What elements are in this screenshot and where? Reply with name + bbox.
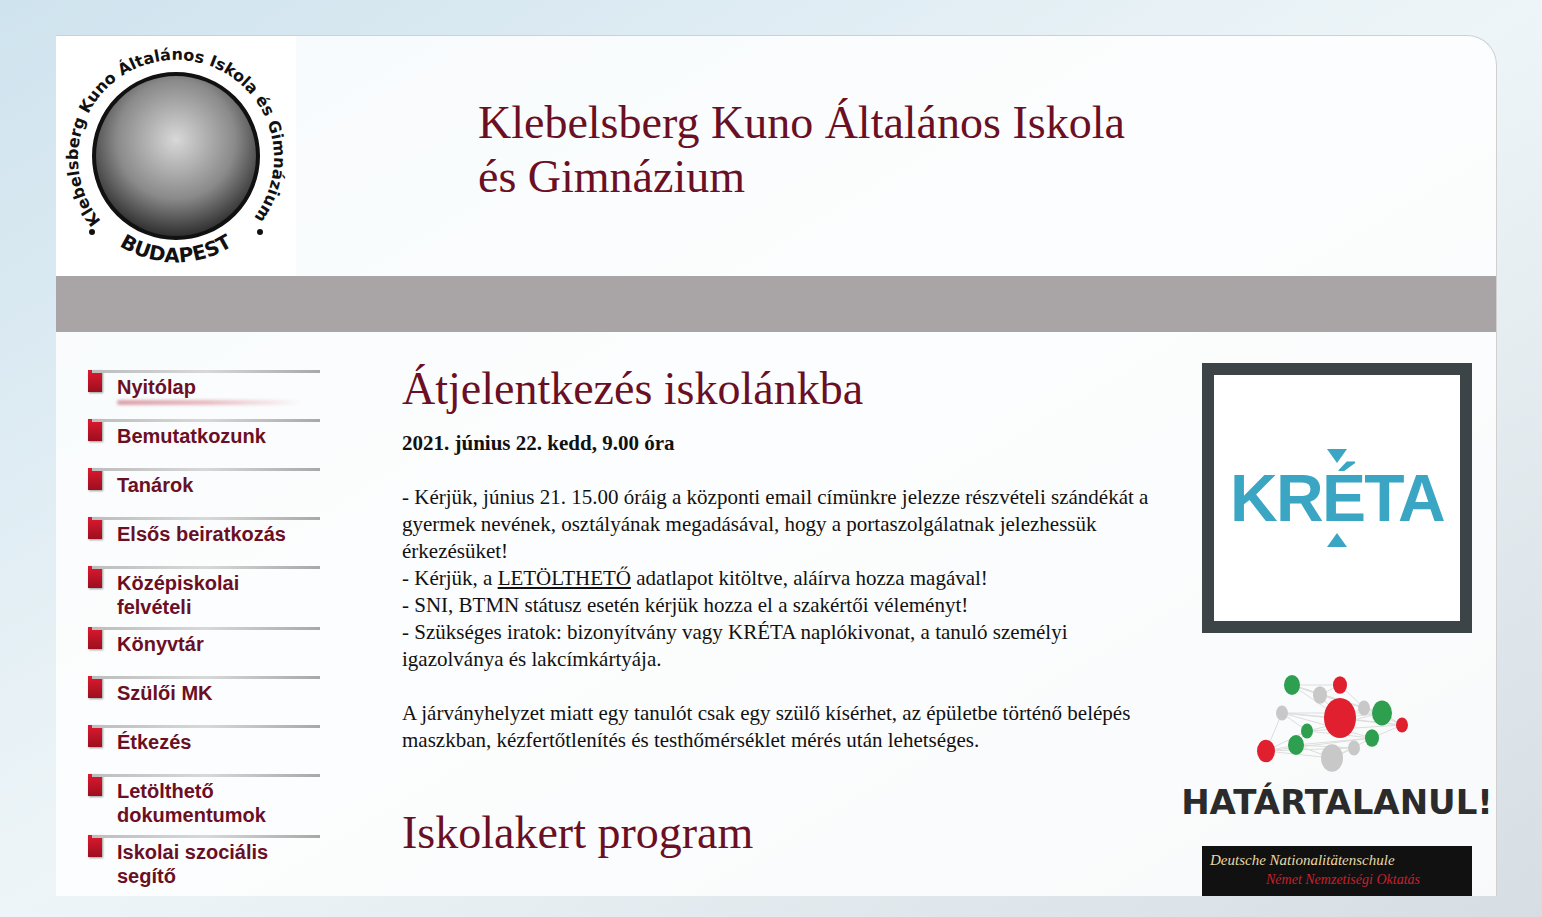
menu-item[interactable]: Tanárok [88,468,320,517]
menu-marker [88,676,102,698]
menu-item[interactable]: Könyvtár [88,627,320,676]
menu-item[interactable]: Étkezés [88,725,320,774]
kreta-banner[interactable]: KRÉTA [1202,363,1472,633]
page: Klebelsberg Kuno Általános Iskola és Gim… [0,0,1542,917]
article-item: - Kérjük, június 21. 15.00 óráig a közpo… [402,484,1165,565]
site-header: Klebelsberg Kuno Általános Iskola és Gim… [56,36,1496,276]
menu-marker [88,725,102,747]
article-note: A járványhelyzet miatt egy tanulót csak … [402,700,1165,754]
menu-marker [88,774,102,796]
content: NyitólapBemutatkozunkTanárokElsős beirat… [56,332,1496,896]
menu-item[interactable]: Elsős beiratkozás [88,517,320,566]
kreta-bottom-mark [1327,533,1347,547]
article-item: - Szükséges iratok: bizonyítvány vagy KR… [402,619,1165,673]
article-date: 2021. június 22. kedd, 9.00 óra [402,430,1165,457]
hatartalanul-banner[interactable]: HATÁRTALANUL! [1181,673,1493,822]
menu-marker [88,566,102,588]
menu-marker [88,627,102,649]
kreta-top-mark [1327,449,1347,463]
article-item: - SNI, BTMN státusz esetén kérjük hozza … [402,592,1165,619]
svg-text:BUDAPEST: BUDAPEST [117,229,236,267]
grey-bar [56,276,1496,332]
menu-marker [88,419,102,441]
right-column: KRÉTAHATÁRTALANUL!Deutsche Nationalitäte… [1202,332,1472,896]
download-link[interactable]: LETÖLTHETŐ [498,566,631,590]
site-title: Klebelsberg Kuno Általános Iskolaés Gimn… [296,36,1125,276]
menu-marker [88,468,102,490]
article-title: Átjelentkezés iskolánkba [402,362,1165,416]
article-item: - Kérjük, a LETÖLTHETŐ adatlapot kitöltv… [402,565,1165,592]
balloons-icon [1252,673,1422,778]
sidebar-menu: NyitólapBemutatkozunkTanárokElsős beirat… [56,332,402,896]
german-banner[interactable]: Deutsche NationalitätenschuleNémet Nemze… [1202,846,1472,896]
selected-underline [117,400,302,405]
menu-item[interactable]: Szülői MK [88,676,320,725]
menu-marker [88,370,102,392]
menu-item[interactable]: Letölthető dokumentumok [88,774,320,835]
article-body: - Kérjük, június 21. 15.00 óráig a közpo… [402,484,1165,673]
menu-item[interactable]: Nyitólap [88,370,320,419]
site-container: Klebelsberg Kuno Általános Iskola és Gim… [56,35,1497,896]
school-logo: Klebelsberg Kuno Általános Iskola és Gim… [56,36,296,276]
menu-marker [88,835,102,857]
menu-item[interactable]: Iskolai szociális segítő [88,835,320,896]
menu-item[interactable]: Bemutatkozunk [88,419,320,468]
svg-text:Klebelsberg Kuno Általános Isk: Klebelsberg Kuno Általános Iskola és Gim… [63,45,289,230]
next-article-title: Iskolakert program [402,806,1165,860]
menu-item[interactable]: Középiskolai felvételi [88,566,320,627]
menu-marker [88,517,102,539]
main-column: Átjelentkezés iskolánkba 2021. június 22.… [402,332,1165,896]
